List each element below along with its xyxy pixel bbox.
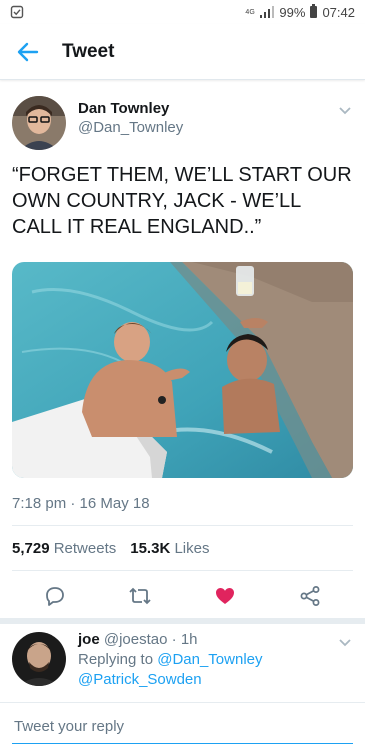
- tweet-text: “FORGET THEM, WE’LL START OUR OWN COUNTR…: [12, 164, 352, 238]
- chevron-down-icon[interactable]: [337, 102, 353, 118]
- tweet-photo[interactable]: [12, 262, 353, 478]
- retweets-stat[interactable]: 5,729 Retweets: [12, 540, 116, 557]
- likes-label: Likes: [174, 540, 210, 557]
- retweet-icon: [129, 587, 151, 605]
- tweet-timestamp: 7:18 pm · 16 May 18: [12, 495, 150, 512]
- top-app-bar: Tweet: [0, 24, 365, 80]
- arrow-left-icon: [17, 42, 39, 61]
- reply-age: 1h: [180, 631, 198, 648]
- author-avatar-image: [12, 96, 66, 150]
- avatar[interactable]: [12, 96, 66, 150]
- page-title: Tweet: [62, 40, 115, 62]
- like-icon: [216, 588, 235, 604]
- battery-icon: [310, 4, 318, 18]
- reply-separator: ·: [171, 631, 181, 648]
- divider: [12, 570, 353, 571]
- input-underline: [12, 743, 353, 744]
- replying-to-label: Replying to: [78, 651, 154, 668]
- reply-input[interactable]: [14, 718, 314, 735]
- mention-link[interactable]: @Dan_Townley: [157, 651, 262, 668]
- author-handle[interactable]: @Dan_Townley: [78, 119, 183, 136]
- network-icon: 4G: [245, 8, 255, 16]
- clock: 07:42: [322, 4, 355, 20]
- likes-count: 15.3K: [130, 540, 171, 557]
- retweets-count: 5,729: [12, 540, 50, 557]
- mention-link[interactable]: @Patrick_Sowden: [78, 671, 202, 688]
- reply-avatar-image: [12, 632, 66, 686]
- reply-composer: [0, 702, 365, 750]
- reply-tweet[interactable]: joe @joestao · 1h Replying to @Dan_Townl…: [0, 624, 365, 704]
- tweet-stats: 5,729 Retweets 15.3K Likes: [12, 540, 209, 557]
- tweet-author: Dan Townley @Dan_Townley: [12, 96, 353, 156]
- avatar[interactable]: [12, 632, 66, 686]
- notification-icon: [10, 5, 24, 19]
- reply-author-handle[interactable]: @joestao: [104, 631, 168, 648]
- pool-photo-image: [12, 262, 353, 478]
- back-button[interactable]: [0, 24, 56, 80]
- retweet-button[interactable]: [120, 580, 160, 612]
- share-button[interactable]: [290, 580, 330, 612]
- author-name[interactable]: Dan Townley: [78, 100, 183, 117]
- share-icon: [300, 586, 320, 606]
- like-button[interactable]: [205, 580, 245, 612]
- chevron-down-icon[interactable]: [337, 634, 353, 650]
- retweets-label: Retweets: [53, 540, 117, 557]
- reply-button[interactable]: [35, 580, 75, 612]
- tweet-actions: [12, 580, 353, 612]
- battery-percent: 99%: [279, 4, 306, 20]
- likes-stat[interactable]: 15.3K Likes: [130, 540, 209, 557]
- signal-icon: [260, 6, 275, 18]
- divider: [12, 525, 353, 526]
- reply-icon: [45, 587, 64, 606]
- status-bar: 4G 99% 07:42: [0, 0, 365, 24]
- reply-author-name[interactable]: joe: [78, 631, 100, 648]
